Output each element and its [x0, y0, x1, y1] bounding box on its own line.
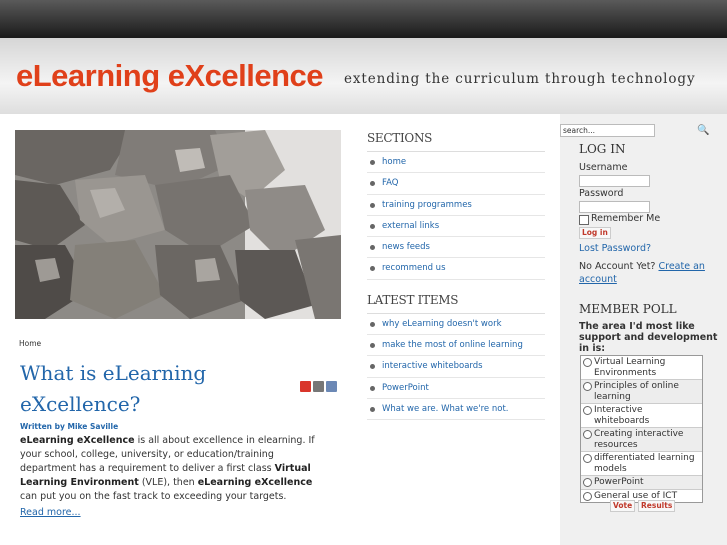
create-account-text: No Account Yet? Create an account: [579, 260, 719, 286]
site-logo[interactable]: eLearning eXcellence: [16, 58, 324, 94]
nav-item-external-links[interactable]: external links: [367, 216, 545, 238]
article-intro: eLearning eXcellence is all about excell…: [20, 434, 320, 504]
password-field[interactable]: [579, 201, 650, 213]
nav-item-news-feeds[interactable]: news feeds: [367, 237, 545, 259]
poll-option[interactable]: differentiated learning models: [581, 452, 702, 476]
hero-image: [15, 130, 341, 319]
breadcrumb[interactable]: Home: [19, 339, 41, 348]
poll-options: Virtual Learning Environments Principles…: [580, 355, 703, 503]
document-actions: [300, 377, 339, 396]
intro-text-3: can put you on the fast track to exceedi…: [20, 491, 287, 502]
latest-items-title: LATEST ITEMS: [367, 292, 459, 307]
print-icon[interactable]: [313, 381, 324, 392]
page-title: What is eLearning eXcellence?: [20, 361, 207, 416]
poll-option-label: Interactive whiteboards: [594, 405, 650, 426]
poll-question: The area I'd most like support and devel…: [579, 321, 718, 354]
radio-button[interactable]: [583, 491, 592, 501]
remember-me-label: Remember Me: [591, 213, 661, 224]
latest-item[interactable]: What we are. What we're not.: [367, 399, 545, 421]
top-bar: [0, 0, 727, 38]
poll-option[interactable]: Creating interactive resources: [581, 428, 702, 452]
latest-item[interactable]: PowerPoint: [367, 378, 545, 399]
article-author: Written by Mike Saville: [20, 422, 119, 431]
site-tagline: extending the curriculum through technol…: [344, 71, 696, 87]
username-field[interactable]: [579, 175, 650, 187]
vote-button[interactable]: Vote: [610, 500, 636, 512]
nav-item-faq[interactable]: FAQ: [367, 173, 545, 195]
nav-item-training[interactable]: training programmes: [367, 195, 545, 216]
poll-option-label: Principles of online learning: [594, 381, 679, 402]
email-icon[interactable]: [326, 381, 337, 392]
latest-items-list: why eLearning doesn't work make the most…: [367, 312, 545, 421]
login-button[interactable]: Log in: [579, 227, 611, 239]
remember-me-checkbox[interactable]: [579, 215, 589, 225]
username-label: Username: [579, 162, 628, 173]
poll-option[interactable]: PowerPoint: [581, 476, 702, 490]
nav-item-home[interactable]: home: [367, 152, 545, 174]
latest-item[interactable]: why eLearning doesn't work: [367, 314, 545, 336]
poll-option-label: differentiated learning models: [594, 453, 695, 474]
login-title: LOG IN: [579, 142, 626, 156]
poll-option[interactable]: Interactive whiteboards: [581, 404, 702, 428]
radio-button[interactable]: [583, 454, 592, 463]
poll-option-label: Creating interactive resources: [594, 429, 684, 450]
nav-item-recommend[interactable]: recommend us: [367, 258, 545, 280]
poll-option[interactable]: Virtual Learning Environments: [581, 356, 702, 380]
read-more-link[interactable]: Read more...: [20, 507, 81, 518]
middle-column: SECTIONS home FAQ training programmes ex…: [367, 131, 545, 421]
search-icon[interactable]: 🔍: [697, 125, 709, 136]
latest-item[interactable]: interactive whiteboards: [367, 356, 545, 378]
radio-button[interactable]: [583, 382, 592, 391]
main-content: Home What is eLearning eXcellence? Writt…: [0, 114, 727, 545]
poll-option[interactable]: Principles of online learning: [581, 380, 702, 404]
poll-option-label: PowerPoint: [594, 477, 644, 487]
poll-title: MEMBER POLL: [579, 302, 677, 316]
no-account-label: No Account Yet?: [579, 261, 656, 272]
intro-text-2: (VLE), then: [138, 477, 198, 488]
intro-bold-3: eLearning eXcellence: [197, 477, 313, 488]
password-label: Password: [579, 188, 624, 199]
intro-bold-1: eLearning eXcellence: [20, 435, 135, 446]
radio-button[interactable]: [583, 358, 592, 367]
radio-button[interactable]: [583, 406, 592, 415]
latest-item[interactable]: make the most of online learning: [367, 335, 545, 357]
radio-button[interactable]: [583, 478, 592, 487]
poll-option-label: Virtual Learning Environments: [594, 357, 666, 378]
results-button[interactable]: Results: [638, 500, 676, 512]
sections-list: home FAQ training programmes external li…: [367, 151, 545, 280]
pdf-icon[interactable]: [300, 381, 311, 392]
right-sidebar: search... 🔍 LOG IN Username Password Rem…: [560, 114, 727, 545]
sections-title: SECTIONS: [367, 131, 433, 145]
poll-option-label: General use of ICT: [594, 490, 678, 501]
search-input[interactable]: search...: [560, 124, 655, 137]
radio-button[interactable]: [583, 430, 592, 439]
site-header: eLearning eXcellence extending the curri…: [0, 38, 727, 114]
lost-password-link[interactable]: Lost Password?: [579, 243, 651, 254]
